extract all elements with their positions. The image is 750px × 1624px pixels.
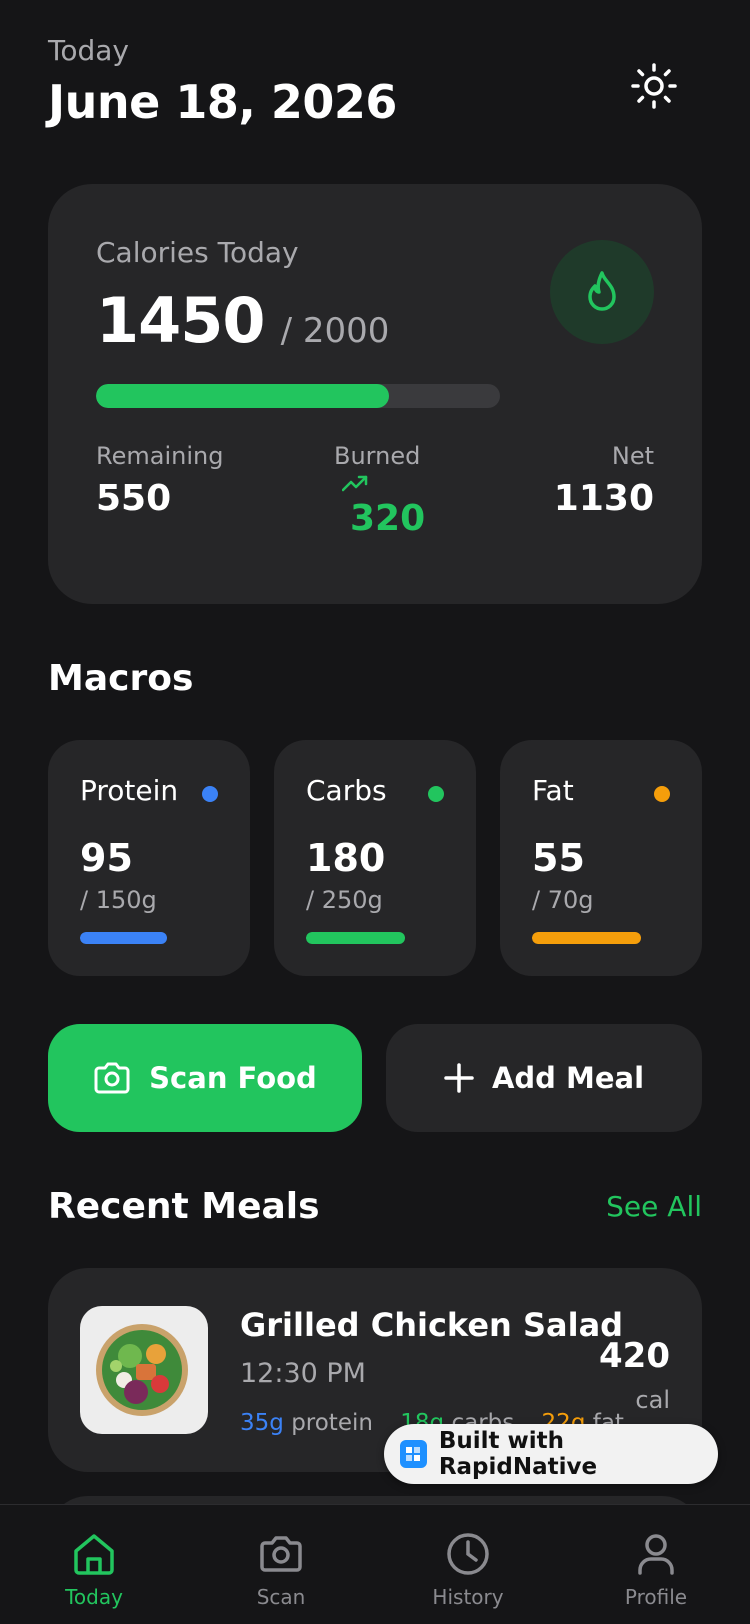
camera-icon (258, 1531, 304, 1581)
macro-dot (654, 786, 670, 802)
clock-icon (445, 1531, 491, 1581)
badge-label: Built with RapidNative (438, 1428, 598, 1480)
meal-time: 12:30 PM (240, 1358, 366, 1389)
macro-card-protein[interactable]: Protein 95 / 150g (48, 740, 250, 976)
calories-progress-bar (96, 384, 500, 408)
macro-value: 55 (532, 836, 585, 880)
page-title: June 18, 2026 (48, 75, 397, 129)
user-icon (633, 1531, 679, 1581)
scan-food-button[interactable]: Scan Food (48, 1024, 362, 1132)
calories-label: Calories Today (96, 236, 299, 269)
macro-card-carbs[interactable]: Carbs 180 / 250g (274, 740, 476, 976)
tab-today[interactable]: Today (34, 1505, 154, 1624)
theme-toggle-button[interactable] (630, 62, 678, 110)
macro-progress-fill (306, 932, 406, 944)
tab-label: History (432, 1585, 504, 1609)
macro-dot (428, 786, 444, 802)
remaining-value: 550 (96, 478, 172, 519)
calories-consumed: 1450 (96, 284, 266, 357)
macro-goal: / 150g (80, 886, 157, 914)
calories-goal: / 2000 (280, 311, 390, 351)
tab-scan[interactable]: Scan (221, 1505, 341, 1624)
bottom-tab-bar: Today Scan History Profile (0, 1504, 750, 1624)
macro-label: Fat (532, 774, 574, 807)
add-meal-button[interactable]: Add Meal (386, 1024, 702, 1132)
net-label: Net (611, 442, 654, 470)
macro-label: Protein (80, 774, 179, 807)
calories-value: 1450 / 2000 (96, 284, 389, 357)
meal-calories: 420 cal (599, 1336, 670, 1414)
plus-icon (444, 1063, 474, 1093)
net-value: 1130 (553, 478, 654, 519)
flame-badge (550, 240, 654, 344)
macros-title: Macros (48, 658, 194, 699)
meal-image (80, 1306, 208, 1434)
macro-dot (202, 786, 218, 802)
macro-value: 180 (306, 836, 386, 880)
meal-protein-label: protein (291, 1410, 373, 1436)
macro-goal: / 250g (306, 886, 383, 914)
meal-calories-unit: cal (635, 1386, 670, 1414)
trending-up-icon (334, 474, 425, 498)
meal-name: Grilled Chicken Salad (240, 1306, 624, 1344)
net-stat: Net 1130 (554, 442, 654, 519)
see-all-link[interactable]: See All (606, 1190, 702, 1223)
camera-icon (93, 1061, 131, 1095)
tab-label: Profile (624, 1585, 688, 1609)
scan-food-label: Scan Food (149, 1061, 317, 1095)
built-with-badge[interactable]: Built with RapidNative (384, 1424, 718, 1484)
tab-history[interactable]: History (408, 1505, 528, 1624)
macro-value: 95 (80, 836, 133, 880)
recent-meals-title: Recent Meals (48, 1186, 320, 1227)
add-meal-label: Add Meal (491, 1061, 645, 1095)
remaining-stat: Remaining 550 (96, 442, 223, 519)
burned-label: Burned (334, 442, 421, 470)
tab-profile[interactable]: Profile (596, 1505, 716, 1624)
tab-label: Scan (256, 1585, 306, 1609)
rapidnative-logo-icon (400, 1440, 427, 1468)
macro-progress-bar (80, 932, 218, 944)
calories-card: Calories Today 1450 / 2000 Remaining 550… (48, 184, 702, 604)
sun-icon (631, 63, 677, 109)
calories-progress-fill (96, 384, 389, 408)
header-subtitle: Today (48, 34, 129, 67)
meal-protein-value: 35g (240, 1410, 284, 1436)
macro-progress-bar (306, 932, 444, 944)
macro-progress-fill (532, 932, 642, 944)
meal-calories-value: 420 (599, 1336, 670, 1376)
header: Today June 18, 2026 (48, 34, 397, 129)
burned-value: 320 (350, 498, 426, 539)
macro-progress-fill (80, 932, 167, 944)
macro-label: Carbs (306, 774, 387, 807)
macro-progress-bar (532, 932, 670, 944)
flame-icon (588, 271, 616, 311)
macro-goal: / 70g (532, 886, 594, 914)
macro-card-fat[interactable]: Fat 55 / 70g (500, 740, 702, 976)
remaining-label: Remaining (96, 442, 224, 470)
tab-label: Today (65, 1585, 123, 1609)
burned-stat: Burned 320 (334, 442, 425, 539)
home-icon (71, 1531, 117, 1581)
